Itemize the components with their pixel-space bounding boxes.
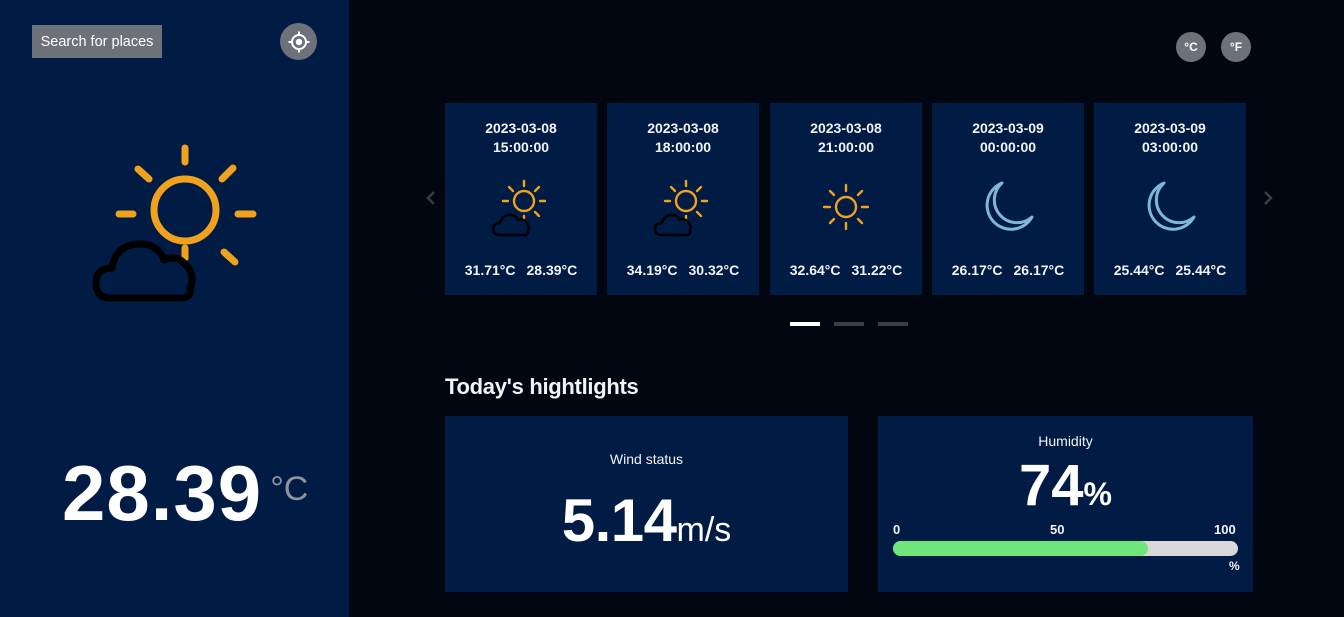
scale-max: 100 [1214, 522, 1236, 537]
forecast-min: 26.17°C [1013, 262, 1065, 278]
locate-button[interactable] [280, 23, 317, 60]
partly-sunny-icon [491, 179, 547, 237]
forecast-card: 2023-03-08 21:00:00 32.64°C 31.22°C [770, 103, 922, 295]
current-temperature: 28.39 °C [62, 448, 308, 538]
partly-sunny-icon [92, 144, 257, 302]
humidity-number: 74 [1019, 453, 1084, 518]
next-arrow[interactable] [1260, 188, 1276, 208]
forecast-date: 2023-03-08 [810, 120, 882, 136]
forecast-card: 2023-03-09 00:00:00 26.17°C 26.17°C [932, 103, 1084, 295]
carousel-dot-1[interactable] [790, 322, 820, 326]
carousel-dot-3[interactable] [878, 322, 908, 326]
temperature-value: 28.39 [62, 449, 263, 537]
humidity-bar [893, 541, 1238, 556]
moon-icon [985, 181, 1034, 231]
humidity-unit: % [1083, 476, 1112, 512]
wind-value: 5.14m/s [445, 486, 848, 555]
forecast-time: 18:00:00 [654, 139, 712, 155]
chevron-left-icon [426, 191, 435, 205]
forecast-max: 32.64°C [789, 262, 841, 278]
forecast-temps: 34.19°C 30.32°C [607, 262, 759, 278]
wind-label: Wind status [609, 451, 684, 467]
forecast-time: 03:00:00 [1141, 139, 1199, 155]
forecast-time: 00:00:00 [979, 139, 1037, 155]
moon-icon [1147, 181, 1196, 231]
weather-app: Search for places 28.39 °C °C °F 2023-03… [0, 0, 1344, 617]
highlights-title: Today's hightlights [445, 374, 639, 399]
scale-unit: % [1229, 559, 1240, 573]
sidebar: Search for places 28.39 °C [0, 0, 349, 617]
crosshair-icon [288, 31, 309, 52]
forecast-max: 34.19°C [626, 262, 678, 278]
celsius-button[interactable]: °C [1176, 32, 1206, 62]
forecast-card: 2023-03-08 18:00:00 34.19°C 30.32°C [607, 103, 759, 295]
partly-sunny-icon [653, 179, 709, 237]
forecast-temps: 32.64°C 31.22°C [770, 262, 922, 278]
prev-arrow[interactable] [423, 188, 439, 208]
wind-number: 5.14 [561, 487, 677, 554]
scale-min: 0 [893, 522, 901, 537]
sun-icon [822, 183, 870, 231]
wind-unit: m/s [676, 511, 732, 549]
temperature-unit: °C [270, 470, 309, 508]
forecast-max: 31.71°C [464, 262, 516, 278]
forecast-min: 31.22°C [851, 262, 903, 278]
humidity-label: Humidity [1038, 433, 1093, 449]
forecast-min: 28.39°C [526, 262, 578, 278]
forecast-date: 2023-03-08 [647, 120, 719, 136]
forecast-card: 2023-03-09 03:00:00 25.44°C 25.44°C [1094, 103, 1246, 295]
forecast-max: 26.17°C [951, 262, 1003, 278]
scale-mid: 50 [1050, 522, 1065, 537]
fahrenheit-button[interactable]: °F [1221, 32, 1251, 62]
humidity-bar-fill [893, 541, 1149, 556]
forecast-time: 15:00:00 [492, 139, 550, 155]
chevron-right-icon [1264, 191, 1273, 205]
forecast-date: 2023-03-08 [485, 120, 557, 136]
forecast-time: 21:00:00 [817, 139, 875, 155]
forecast-temps: 31.71°C 28.39°C [445, 262, 597, 278]
forecast-min: 25.44°C [1175, 262, 1227, 278]
humidity-value: 74% [878, 452, 1253, 519]
forecast-max: 25.44°C [1113, 262, 1165, 278]
forecast-min: 30.32°C [688, 262, 740, 278]
forecast-temps: 26.17°C 26.17°C [932, 262, 1084, 278]
forecast-date: 2023-03-09 [972, 120, 1044, 136]
search-places-button[interactable]: Search for places [32, 25, 162, 58]
forecast-temps: 25.44°C 25.44°C [1094, 262, 1246, 278]
carousel-dot-2[interactable] [834, 322, 864, 326]
forecast-date: 2023-03-09 [1134, 120, 1206, 136]
forecast-card: 2023-03-08 15:00:00 31.71°C 28.39°C [445, 103, 597, 295]
